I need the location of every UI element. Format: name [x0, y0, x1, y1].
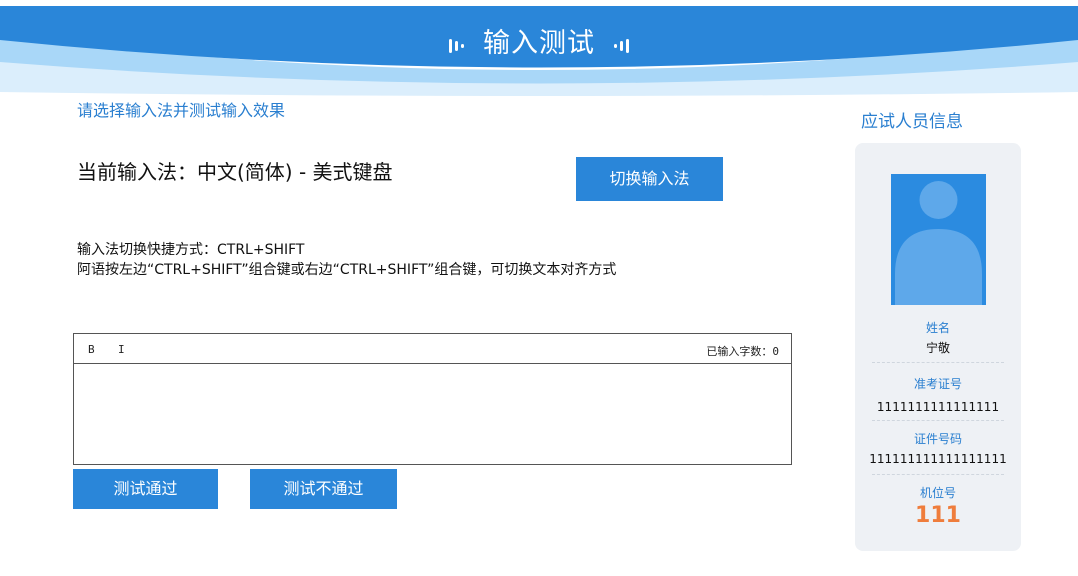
candidate-info-panel: 姓名 宁敬 准考证号 1111111111111111 证件号码 1111111…: [855, 143, 1021, 551]
name-label: 姓名: [925, 321, 950, 335]
divider: [872, 362, 1004, 363]
input-test-page: 输入测试 请选择输入法并测试输入效果 当前输入法：中文(简体) - 美式键盘 切…: [0, 0, 1078, 576]
id-number-value: 111111111111111111: [869, 452, 1007, 466]
candidate-info-title: 应试人员信息: [861, 112, 963, 132]
id-number-label: 证件号码: [913, 432, 962, 446]
divider: [872, 474, 1004, 475]
shortcut-hint: 输入法切换快捷方式：CTRL+SHIFT 阿语按左边“CTRL+SHIFT”组合…: [77, 240, 616, 280]
current-ime-text: 当前输入法：中文(简体) - 美式键盘: [77, 160, 393, 184]
avatar: [891, 174, 986, 305]
test-fail-button[interactable]: 测试不通过: [250, 469, 397, 509]
exam-id-field: 准考证号 1111111111111111: [855, 375, 1021, 414]
header-title-group: 输入测试: [0, 21, 1078, 60]
sound-wave-right-icon: [613, 29, 631, 60]
seat-field: 机位号 111: [855, 484, 1021, 528]
shortcut-hint-line1: 输入法切换快捷方式：CTRL+SHIFT: [77, 242, 305, 258]
person-silhouette-icon: [895, 181, 982, 305]
sound-wave-left-icon: [447, 29, 465, 60]
divider: [872, 420, 1004, 421]
switch-ime-button[interactable]: 切换输入法: [576, 157, 723, 201]
text-editor: B I 已输入字数：0: [73, 333, 792, 465]
test-pass-button[interactable]: 测试通过: [73, 469, 218, 509]
editor-toolbar: B I 已输入字数：0: [74, 334, 791, 364]
id-number-field: 证件号码 111111111111111111: [855, 430, 1021, 466]
editor-input[interactable]: [74, 365, 791, 464]
exam-id-value: 1111111111111111: [876, 400, 1000, 414]
page-title: 输入测试: [483, 28, 595, 59]
seat-number: 111: [915, 503, 961, 528]
exam-id-label: 准考证号: [913, 377, 962, 391]
seat-label: 机位号: [919, 486, 956, 500]
instruction-text: 请选择输入法并测试输入效果: [77, 101, 286, 120]
bold-button[interactable]: B: [88, 343, 95, 356]
italic-button[interactable]: I: [118, 343, 125, 356]
shortcut-hint-line2: 阿语按左边“CTRL+SHIFT”组合键或右边“CTRL+SHIFT”组合键，可…: [77, 262, 617, 278]
char-count: 已输入字数：0: [706, 345, 779, 358]
name-field: 姓名 宁敬: [855, 319, 1021, 356]
name-value: 宁敬: [925, 341, 950, 355]
